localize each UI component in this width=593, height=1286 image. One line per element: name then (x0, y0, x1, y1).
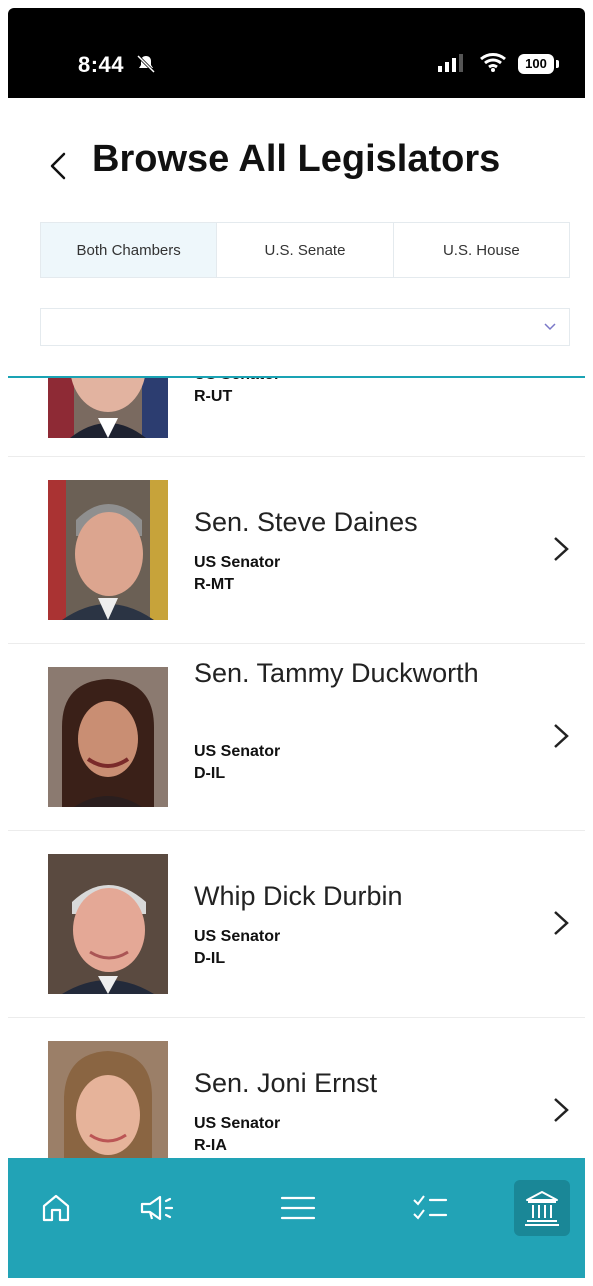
list-item[interactable]: US Senator R-UT (8, 378, 585, 457)
avatar (48, 1041, 168, 1158)
wifi-icon (480, 52, 506, 77)
legislator-role: US Senator (194, 928, 281, 945)
page-title: Browse All Legislators (92, 138, 501, 180)
tab-both-chambers[interactable]: Both Chambers (41, 223, 218, 277)
legislator-name: Whip Dick Durbin (194, 881, 403, 911)
avatar (48, 378, 168, 438)
chevron-right-icon (551, 908, 571, 938)
list-item[interactable]: Sen. Joni Ernst US Senator R-IA (8, 1017, 585, 1158)
avatar (48, 854, 168, 994)
chevron-right-icon (551, 534, 571, 564)
app-screen: Browse All Legislators Both Chambers U.S… (8, 98, 585, 1278)
legislator-name: Sen. Steve Daines (194, 507, 418, 537)
avatar (48, 480, 168, 620)
signal-icon (438, 54, 466, 77)
list-item[interactable]: Sen. Steve Daines US Senator R-MT (8, 456, 585, 644)
legislator-party: R-IA (194, 1137, 227, 1154)
legislator-role: US Senator (194, 378, 280, 384)
legislator-party: R-UT (194, 388, 233, 405)
legislator-role: US Senator (194, 743, 281, 760)
megaphone-icon (140, 1195, 174, 1221)
nav-menu[interactable] (270, 1180, 326, 1236)
battery-indicator: 100 (518, 54, 559, 74)
menu-icon (280, 1196, 316, 1220)
avatar (48, 667, 168, 807)
tab-us-house[interactable]: U.S. House (394, 223, 569, 277)
list-item[interactable]: Whip Dick Durbin US Senator D-IL (8, 830, 585, 1018)
back-button[interactable] (38, 146, 78, 186)
chevron-left-icon (50, 152, 66, 180)
checklist-icon (413, 1195, 448, 1220)
bottom-nav (8, 1158, 585, 1278)
filter-select[interactable] (40, 308, 570, 346)
status-bar: 8:44 100 (8, 8, 585, 98)
tab-us-senate[interactable]: U.S. Senate (217, 223, 394, 277)
legislator-party: D-IL (194, 950, 226, 967)
list-item[interactable]: Sen. Tammy Duckworth US Senator D-IL (8, 643, 585, 831)
legislator-name: Sen. Tammy Duckworth (194, 658, 479, 688)
nav-home[interactable] (28, 1180, 84, 1236)
nav-legislators[interactable] (514, 1180, 570, 1236)
chevron-down-icon (543, 319, 557, 337)
status-time: 8:44 (78, 52, 125, 77)
nav-advocacy[interactable] (130, 1180, 186, 1236)
capitol-icon (525, 1191, 559, 1226)
divider (8, 376, 585, 378)
legislator-role: US Senator (194, 1115, 281, 1132)
header: Browse All Legislators Both Chambers U.S… (8, 98, 585, 376)
chamber-tabs: Both Chambers U.S. Senate U.S. House (40, 222, 570, 278)
legislator-party: R-MT (194, 576, 234, 593)
legislator-role: US Senator (194, 554, 281, 571)
legislator-party: D-IL (194, 765, 226, 782)
chevron-right-icon (551, 1095, 571, 1125)
legislator-name: Sen. Joni Ernst (194, 1068, 378, 1098)
legislator-list[interactable]: US Senator R-UT Sen. Steve Daines US Sen… (8, 378, 585, 1158)
home-icon (42, 1194, 70, 1222)
nav-tasks[interactable] (402, 1180, 458, 1236)
bell-off-icon (136, 54, 156, 79)
chevron-right-icon (551, 721, 571, 751)
